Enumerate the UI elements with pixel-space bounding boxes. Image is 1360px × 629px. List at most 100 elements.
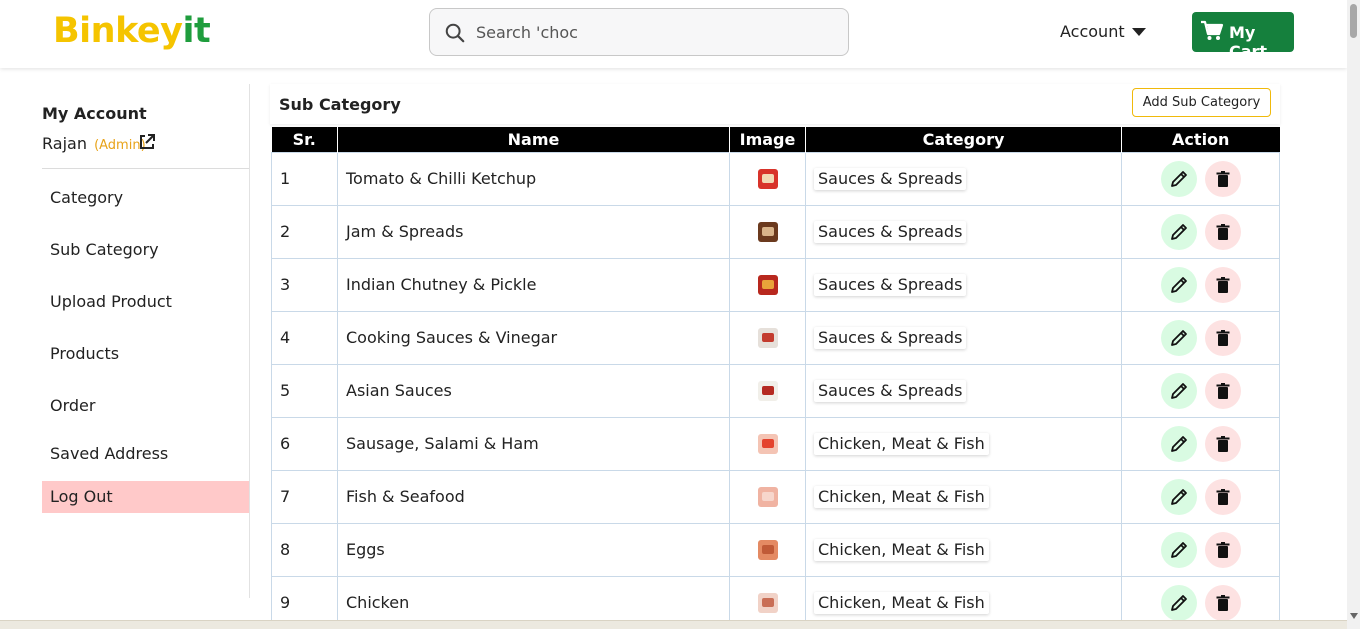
edit-button[interactable] (1160, 213, 1197, 250)
table-row: 8 Eggs Chicken, Meat & Fish (271, 522, 1280, 577)
category-chip: Sauces & Spreads (814, 273, 967, 296)
panel-header: Sub Category Add Sub Category (270, 84, 1280, 124)
edit-button[interactable] (1160, 266, 1197, 303)
product-thumbnail (757, 221, 778, 242)
edit-button[interactable] (1160, 425, 1197, 462)
sidebar-item-saved-address[interactable]: Saved Address (42, 438, 249, 470)
edit-button[interactable] (1160, 372, 1197, 409)
row-image-cell (729, 151, 806, 206)
pencil-icon (1170, 435, 1187, 452)
trash-icon (1216, 223, 1229, 240)
product-thumbnail (757, 380, 778, 401)
category-chip: Chicken, Meat & Fish (814, 485, 989, 508)
trash-icon (1216, 382, 1229, 399)
my-cart-button[interactable]: My Cart (1192, 12, 1294, 61)
header-image: Image (729, 127, 806, 152)
user-info: Rajan (Admin) (42, 134, 146, 153)
table-row: 5 Asian Sauces Sauces & Spreads (271, 363, 1280, 418)
row-name: Eggs (337, 522, 730, 577)
table-row: 2 Jam & Spreads Sauces & Spreads (271, 204, 1280, 259)
row-category-cell: Sauces & Spreads (805, 257, 1122, 312)
pencil-icon (1170, 276, 1187, 293)
category-chip: Sauces & Spreads (814, 220, 967, 243)
delete-button[interactable] (1204, 478, 1241, 515)
delete-button[interactable] (1204, 160, 1241, 197)
header-sr: Sr. (271, 127, 338, 152)
user-name: Rajan (42, 134, 87, 153)
row-sr: 8 (271, 522, 338, 577)
bottom-strip (0, 620, 1347, 629)
row-actions (1121, 151, 1280, 206)
edit-button[interactable] (1160, 319, 1197, 356)
row-category-cell: Chicken, Meat & Fish (805, 416, 1122, 471)
product-thumbnail (757, 433, 778, 454)
search-input[interactable]: Search 'choc (429, 8, 849, 56)
sub-category-panel: Sub Category Add Sub Category Sr. Name I… (270, 84, 1280, 629)
account-menu[interactable]: Account (1060, 22, 1125, 41)
row-sr: 4 (271, 310, 338, 365)
product-thumbnail (757, 486, 778, 507)
pencil-icon (1170, 329, 1187, 346)
category-chip: Sauces & Spreads (814, 379, 967, 402)
table-row: 4 Cooking Sauces & Vinegar Sauces & Spread… (271, 310, 1280, 365)
cart-icon (1201, 20, 1224, 40)
edit-button[interactable] (1160, 478, 1197, 515)
pencil-icon (1170, 488, 1187, 505)
delete-button[interactable] (1204, 531, 1241, 568)
category-chip: Sauces & Spreads (814, 326, 967, 349)
row-image-cell (729, 469, 806, 524)
trash-icon (1216, 488, 1229, 505)
search-placeholder: Search 'choc (476, 23, 578, 42)
delete-button[interactable] (1204, 266, 1241, 303)
sidebar-item-logout[interactable]: Log Out (42, 481, 249, 513)
delete-button[interactable] (1204, 425, 1241, 462)
vertical-scrollbar[interactable] (1347, 0, 1360, 629)
row-actions (1121, 310, 1280, 365)
table-row: 6 Sausage, Salami & Ham Chicken, Meat & Fi… (271, 416, 1280, 471)
delete-button[interactable] (1204, 319, 1241, 356)
delete-button[interactable] (1204, 213, 1241, 250)
delete-button[interactable] (1204, 584, 1241, 621)
table-row: 1 Tomato & Chilli Ketchup Sauces & Spreads (271, 151, 1280, 206)
category-chip: Chicken, Meat & Fish (814, 538, 989, 561)
scroll-down-icon[interactable] (1350, 613, 1358, 619)
row-image-cell (729, 310, 806, 365)
row-actions (1121, 469, 1280, 524)
logo-part-2: it (182, 11, 211, 51)
row-sr: 5 (271, 363, 338, 418)
header-category: Category (805, 127, 1122, 152)
edit-button[interactable] (1160, 584, 1197, 621)
sidebar-item-category[interactable]: Category (42, 182, 249, 214)
edit-button[interactable] (1160, 531, 1197, 568)
add-sub-category-button[interactable]: Add Sub Category (1132, 88, 1271, 117)
product-thumbnail (757, 327, 778, 348)
sidebar-item-order[interactable]: Order (42, 390, 249, 422)
row-category-cell: Chicken, Meat & Fish (805, 522, 1122, 577)
trash-icon (1216, 276, 1229, 293)
sidebar: My Account Rajan (Admin) Category Sub Ca… (42, 84, 250, 598)
delete-button[interactable] (1204, 372, 1241, 409)
header-action: Action (1121, 127, 1280, 152)
sidebar-item-products[interactable]: Products (42, 338, 249, 370)
sidebar-item-upload-product[interactable]: Upload Product (42, 286, 249, 318)
my-cart-label: My Cart (1229, 23, 1268, 61)
external-link-icon[interactable] (138, 133, 156, 151)
category-chip: Chicken, Meat & Fish (814, 591, 989, 614)
edit-button[interactable] (1160, 160, 1197, 197)
row-category-cell: Sauces & Spreads (805, 310, 1122, 365)
trash-icon (1216, 594, 1229, 611)
row-image-cell (729, 416, 806, 471)
trash-icon (1216, 329, 1229, 346)
row-actions (1121, 204, 1280, 259)
trash-icon (1216, 541, 1229, 558)
row-name: Jam & Spreads (337, 204, 730, 259)
logo[interactable]: Binkeyit (53, 9, 211, 53)
row-sr: 1 (271, 151, 338, 206)
row-image-cell (729, 257, 806, 312)
sidebar-item-sub-category[interactable]: Sub Category (42, 234, 249, 266)
row-actions (1121, 257, 1280, 312)
scrollbar-thumb[interactable] (1350, 4, 1357, 38)
caret-down-icon[interactable] (1132, 28, 1146, 36)
row-actions (1121, 416, 1280, 471)
row-category-cell: Sauces & Spreads (805, 363, 1122, 418)
